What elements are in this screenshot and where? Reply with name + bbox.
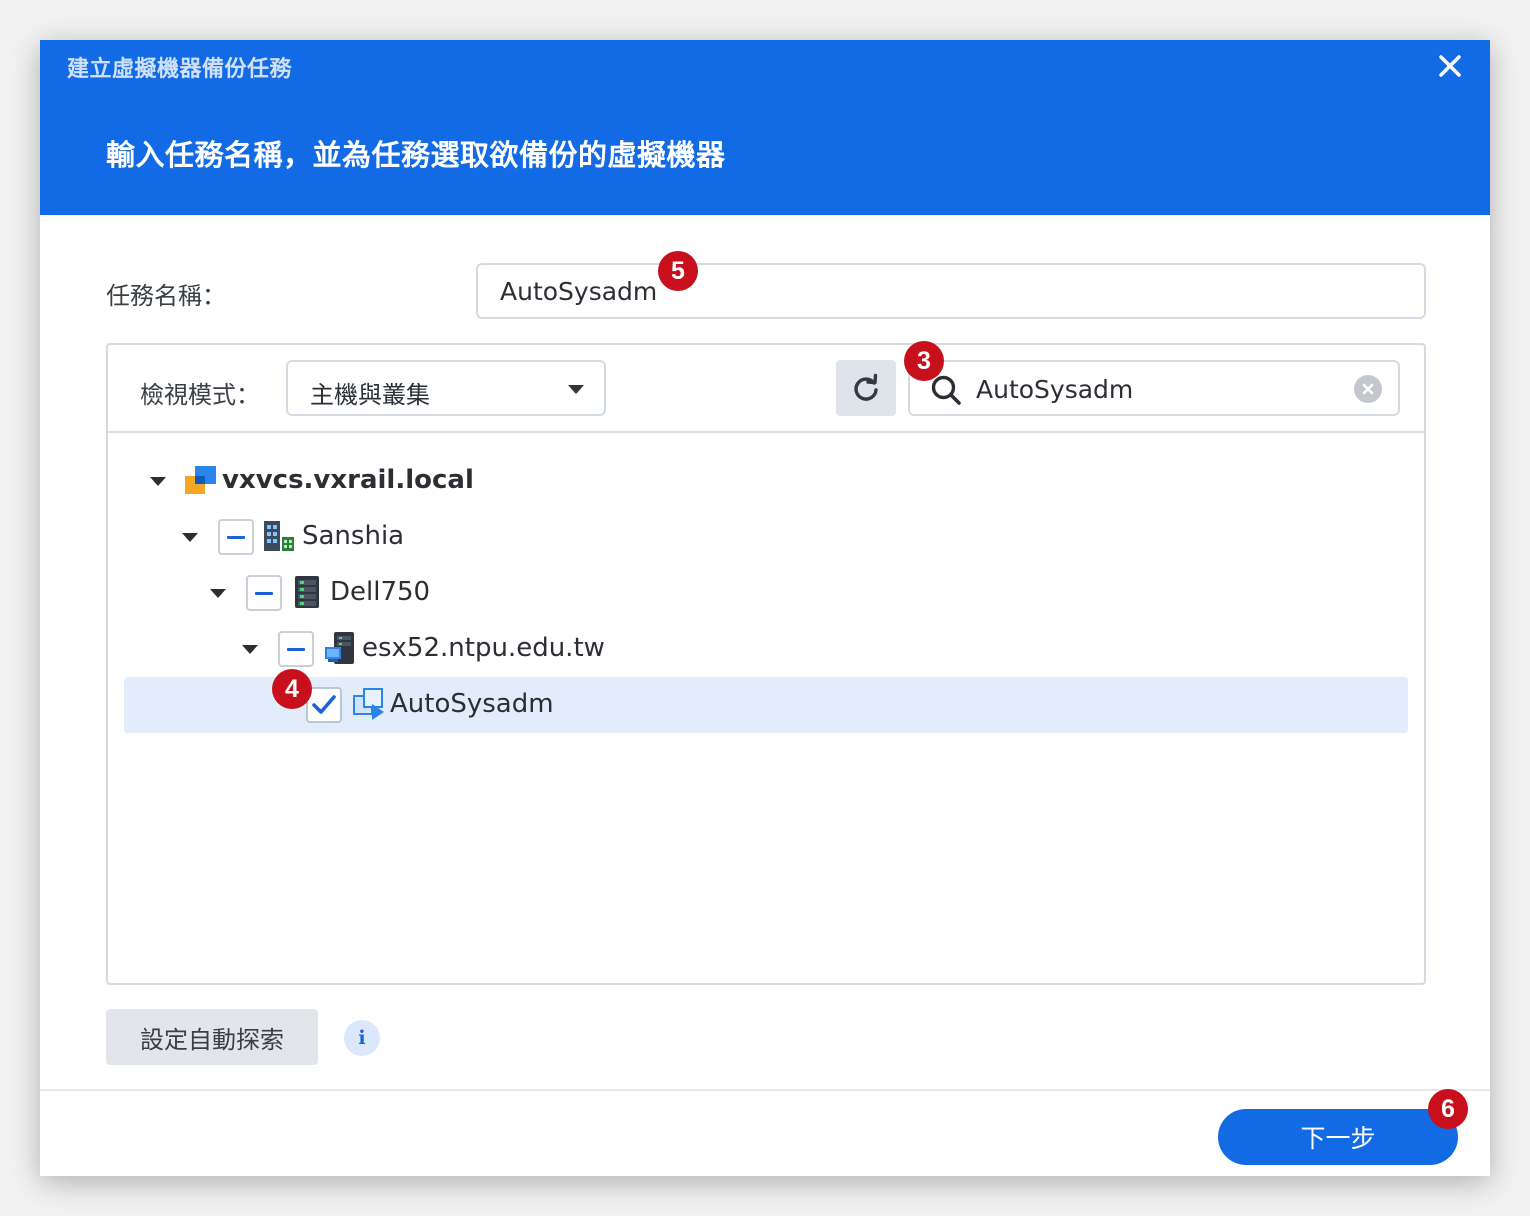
partial-checkbox[interactable] bbox=[246, 575, 282, 611]
expand-toggle-icon[interactable] bbox=[182, 533, 198, 542]
tree-node-label: Dell750 bbox=[330, 577, 431, 607]
panel-toolbar: 檢視模式： 主機與叢集 AutoSysadm 3 bbox=[108, 341, 1424, 433]
annotation-badge-3: 3 bbox=[904, 341, 944, 381]
tree-node-label: esx52.ntpu.edu.tw bbox=[362, 633, 605, 663]
refresh-icon bbox=[854, 373, 878, 401]
tree-node-datacenter[interactable]: Sanshia bbox=[108, 509, 1424, 565]
view-mode-value: 主機與叢集 bbox=[310, 381, 430, 409]
host-icon bbox=[325, 632, 354, 664]
auto-discovery-button[interactable]: 設定自動探索 bbox=[106, 1009, 318, 1065]
datacenter-icon bbox=[264, 521, 294, 551]
clear-search-button[interactable] bbox=[1354, 375, 1382, 403]
partial-checkbox[interactable] bbox=[218, 519, 254, 555]
info-icon[interactable]: i bbox=[344, 1020, 380, 1056]
tree-node-host[interactable]: esx52.ntpu.edu.tw bbox=[108, 621, 1424, 677]
clear-icon bbox=[1362, 383, 1374, 395]
view-mode-select[interactable]: 主機與叢集 bbox=[286, 360, 606, 416]
partial-checkbox[interactable] bbox=[278, 631, 314, 667]
annotation-badge-6: 6 bbox=[1428, 1089, 1468, 1129]
dialog-header: 建立虛擬機器備份任務 輸入任務名稱，並為任務選取欲備份的虛擬機器 bbox=[40, 40, 1490, 215]
tree-node-label: Sanshia bbox=[302, 521, 405, 551]
footer-divider bbox=[40, 1089, 1490, 1091]
close-icon bbox=[1439, 55, 1461, 77]
view-mode-label: 檢視模式： bbox=[140, 381, 260, 409]
tree-node-label: AutoSysadm bbox=[390, 689, 554, 719]
dialog-subtitle: 輸入任務名稱，並為任務選取欲備份的虛擬機器 bbox=[106, 138, 726, 172]
vcenter-icon bbox=[185, 466, 216, 494]
vm-selection-panel: 檢視模式： 主機與叢集 AutoSysadm 3 vxvcs.vxrail.lo… bbox=[106, 341, 1426, 985]
vm-icon bbox=[353, 688, 384, 720]
close-button[interactable] bbox=[1432, 48, 1468, 84]
search-icon bbox=[931, 375, 961, 405]
search-box bbox=[908, 360, 1400, 416]
checkmark-icon bbox=[312, 695, 336, 714]
refresh-button[interactable] bbox=[836, 360, 896, 416]
annotation-badge-5: 5 bbox=[658, 251, 698, 291]
tree-node-vcenter[interactable]: vxvcs.vxrail.local bbox=[108, 453, 1424, 509]
dialog-title: 建立虛擬機器備份任務 bbox=[67, 57, 293, 82]
annotation-badge-4: 4 bbox=[272, 669, 312, 709]
caret-down-icon bbox=[568, 385, 584, 394]
expand-toggle-icon[interactable] bbox=[210, 589, 226, 598]
cluster-icon bbox=[295, 576, 319, 608]
next-button[interactable]: 下一步 bbox=[1218, 1109, 1458, 1165]
task-name-input[interactable] bbox=[476, 263, 1426, 319]
vm-tree: vxvcs.vxrail.local Sanshia Dell750 esx52… bbox=[108, 435, 1424, 985]
create-vm-backup-task-dialog: 建立虛擬機器備份任務 輸入任務名稱，並為任務選取欲備份的虛擬機器 任務名稱： 5… bbox=[40, 40, 1490, 1176]
tree-node-cluster[interactable]: Dell750 bbox=[108, 565, 1424, 621]
expand-toggle-icon[interactable] bbox=[242, 645, 258, 654]
tree-node-label: vxvcs.vxrail.local bbox=[222, 465, 474, 495]
task-name-label: 任務名稱： bbox=[106, 282, 226, 310]
search-input[interactable] bbox=[976, 370, 1336, 408]
expand-toggle-icon[interactable] bbox=[150, 477, 166, 486]
tree-node-vm[interactable]: AutoSysadm bbox=[124, 677, 1408, 733]
